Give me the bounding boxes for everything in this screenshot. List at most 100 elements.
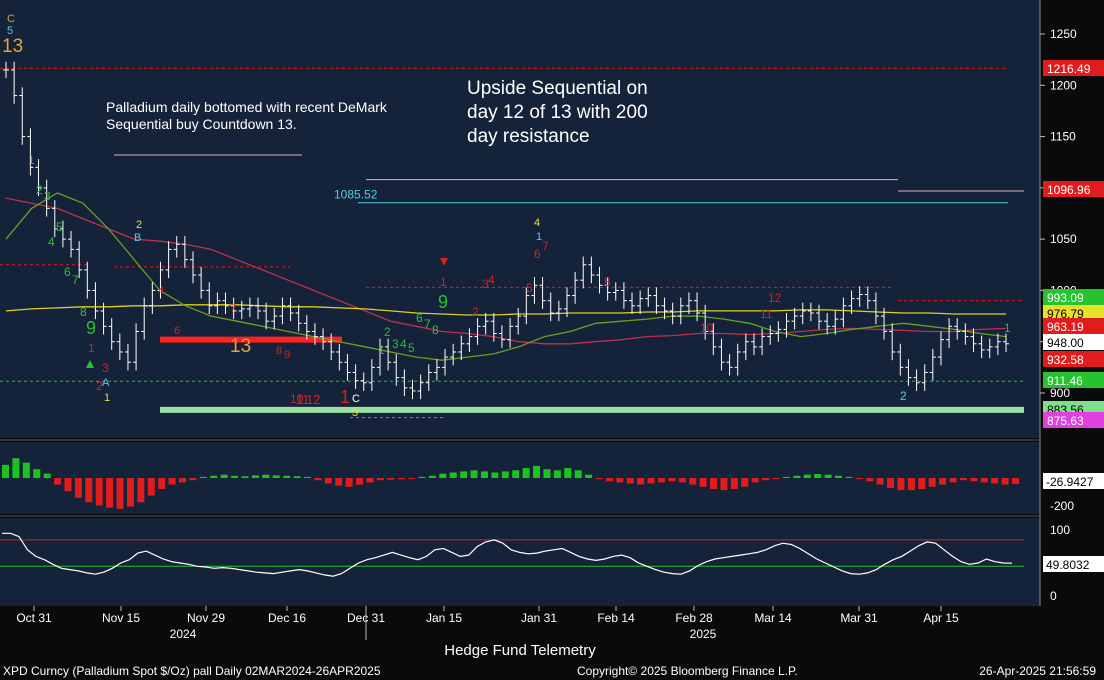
macd-histogram-bar	[949, 478, 957, 483]
macd-histogram-bar	[866, 478, 874, 482]
macd-histogram-bar	[845, 476, 853, 478]
macd-histogram-bar	[855, 478, 863, 480]
sequential-count-label: 1	[340, 387, 350, 407]
x-tick-label: Jan 31	[521, 611, 557, 625]
macd-histogram-bar	[772, 478, 780, 480]
macd-histogram-bar	[980, 478, 988, 483]
macd-histogram-bar	[543, 469, 551, 478]
macd-histogram-bar	[887, 478, 895, 488]
macd-histogram-bar	[2, 464, 9, 478]
macd-histogram-bar	[366, 478, 374, 483]
sequential-count-label: 4	[158, 285, 164, 297]
macd-histogram-bar	[678, 478, 686, 483]
macd-histogram-bar	[512, 470, 520, 478]
sequential-count-label: 7	[230, 303, 236, 315]
macd-histogram-bar	[64, 478, 72, 492]
macd-histogram-bar	[22, 462, 30, 478]
sequential-count-label: 6	[416, 311, 423, 325]
sequential-count-label: 2	[472, 305, 479, 319]
macd-histogram-bar	[668, 478, 676, 482]
x-tick-label: Mar 14	[754, 611, 792, 625]
sequential-count-label: 9	[86, 318, 96, 338]
macd-histogram-bar	[293, 476, 301, 478]
price-tag-label: 875.63	[1047, 414, 1084, 428]
x-tick-label: Mar 31	[840, 611, 878, 625]
macd-histogram-bar	[1012, 478, 1019, 484]
sequential-count-label: 5	[408, 341, 415, 355]
y-tick-label: 1250	[1050, 27, 1077, 41]
price-tag-label: 932.58	[1047, 353, 1084, 367]
macd-histogram-bar	[147, 478, 155, 496]
macd-histogram-bar	[585, 474, 593, 478]
rsi-tick-label: 0	[1050, 589, 1057, 603]
macd-histogram-bar	[897, 478, 905, 491]
year-label: 2025	[690, 627, 717, 641]
sequential-count-label: 8	[432, 323, 439, 337]
footer-timestamp: 26-Apr-2025 21:56:59	[979, 664, 1096, 678]
right-note: Upside Sequential on day 12 of 13 with 2…	[467, 78, 648, 147]
macd-histogram-bar	[272, 475, 280, 478]
sequential-count-label: 2	[384, 325, 391, 339]
macd-histogram-bar	[397, 478, 405, 480]
macd-histogram-bar	[918, 478, 926, 489]
macd-histogram-bar	[449, 472, 457, 478]
price-tag-label: 993.09	[1047, 291, 1084, 305]
sequential-count-label: 5	[526, 281, 533, 295]
macd-histogram-bar	[959, 478, 967, 481]
x-tick-label: Nov 15	[102, 611, 140, 625]
credit-text: Hedge Fund Telemetry	[444, 642, 596, 659]
macd-histogram-bar	[418, 476, 426, 478]
macd-histogram-bar	[616, 478, 624, 483]
macd-histogram-bar	[928, 478, 936, 487]
sequential-count-label: 2	[36, 183, 43, 197]
macd-histogram-bar	[720, 478, 728, 491]
sequential-count-label: C	[7, 13, 15, 25]
x-tick-label: Dec 16	[268, 611, 306, 625]
macd-histogram-bar	[970, 478, 978, 482]
macd-histogram-bar	[314, 478, 322, 481]
macd-histogram-bar	[939, 478, 947, 485]
macd-histogram-bar	[501, 471, 509, 478]
y-tick-label: 1150	[1050, 130, 1076, 144]
macd-histogram-bar	[814, 474, 822, 478]
macd-histogram-bar	[241, 476, 249, 478]
sequential-count-label: 3	[44, 189, 51, 203]
macd-histogram-bar	[793, 475, 801, 478]
macd-histogram-bar	[803, 474, 811, 478]
macd-histogram-bar	[605, 478, 613, 482]
sequential-count-label: B	[134, 232, 141, 244]
macd-histogram-bar	[647, 478, 655, 484]
macd-histogram-bar	[907, 478, 915, 491]
x-tick-label: Feb 14	[597, 611, 635, 625]
sequential-count-label: 5	[56, 220, 63, 234]
macd-histogram-bar	[231, 475, 239, 478]
footer-ticker: XPD Curncy (Palladium Spot $/Oz) pall Da…	[3, 664, 381, 678]
price-tag-label: 911.46	[1047, 374, 1083, 388]
macd-histogram-bar	[480, 471, 488, 478]
y-tick-label: 1050	[1050, 232, 1077, 246]
macd-histogram-bar	[741, 478, 749, 487]
sequential-count-label: 8	[604, 275, 611, 289]
macd-histogram-bar	[220, 474, 228, 478]
sequential-count-label: 9	[284, 349, 290, 361]
y-tick-label: 1200	[1050, 78, 1077, 92]
macd-histogram-bar	[564, 468, 572, 478]
sequential-count-label: 7	[72, 273, 79, 287]
sequential-count-label: 1	[378, 343, 385, 357]
macd-histogram-bar	[387, 478, 395, 480]
macd-histogram-bar	[408, 478, 416, 479]
sequential-count-label: A	[102, 377, 110, 389]
sequential-count-label: 12	[306, 392, 320, 407]
macd-histogram-bar	[324, 478, 332, 484]
macd-histogram-bar	[85, 478, 93, 503]
sequential-count-label: 13	[2, 36, 23, 57]
macd-histogram-bar	[710, 478, 718, 489]
macd-histogram-bar	[595, 478, 603, 480]
macd-histogram-bar	[12, 458, 20, 478]
sequential-count-label: 6	[534, 247, 541, 261]
macd-histogram-bar	[303, 476, 311, 478]
macd-histogram-bar	[43, 473, 51, 478]
macd-histogram-bar	[158, 478, 166, 489]
sequential-count-label: 4	[488, 273, 495, 287]
sequential-count-label: 3	[392, 337, 399, 351]
